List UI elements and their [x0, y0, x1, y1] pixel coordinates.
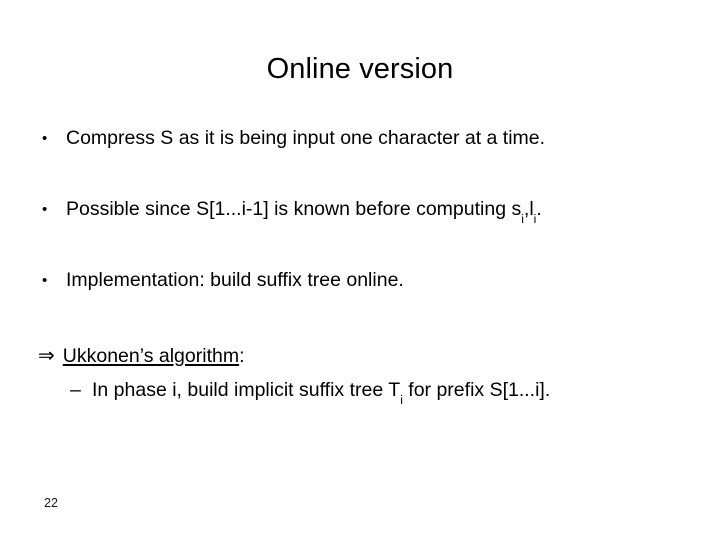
- list-item-label: Possible since S[1...i-1] is known befor…: [66, 197, 688, 225]
- sub-list-item-label: In phase i, build implicit suffix tree T…: [92, 378, 551, 406]
- list-item: • Possible since S[1...i-1] is known bef…: [40, 197, 688, 225]
- page-title: Online version: [266, 53, 454, 85]
- bullet-marker-icon: •: [42, 201, 48, 218]
- sub-list-item-text-before: In phase i, build implicit suffix tree T: [92, 379, 401, 401]
- conclusion-heading: ⇒ Ukkonen’s algorithm:: [38, 344, 245, 369]
- bullet-list: • Compress S as it is being input one ch…: [40, 126, 688, 293]
- list-item: • Compress S as it is being input one ch…: [40, 126, 688, 151]
- conclusion-label: Ukkonen’s algorithm: [62, 345, 240, 367]
- list-item: • Implementation: build suffix tree onli…: [40, 268, 688, 293]
- subscript-i-first: i: [521, 211, 524, 226]
- list-item-label: Compress S as it is being input one char…: [66, 127, 546, 149]
- list-item-text-before: Possible since S[1...i-1] is known befor…: [66, 198, 522, 220]
- list-item-text-after: .: [536, 198, 542, 220]
- conclusion-colon: :: [239, 345, 245, 367]
- page-number: 22: [44, 496, 58, 510]
- bullet-marker-icon: •: [42, 272, 48, 289]
- sub-list-item-text-after: for prefix S[1...i].: [402, 379, 551, 401]
- sub-list-item: – In phase i, build implicit suffix tree…: [70, 378, 551, 406]
- subscript-i-tree: i: [400, 392, 403, 407]
- bullet-marker-icon: •: [42, 130, 48, 147]
- subscript-i-second: i: [533, 211, 537, 226]
- double-right-arrow-icon: ⇒: [38, 345, 55, 367]
- slide-canvas: Online version • Compress S as it is bei…: [0, 0, 720, 540]
- dash-marker-icon: –: [70, 379, 81, 401]
- list-item-text-mid: ,l: [523, 198, 534, 220]
- list-item-label: Implementation: build suffix tree online…: [66, 269, 404, 291]
